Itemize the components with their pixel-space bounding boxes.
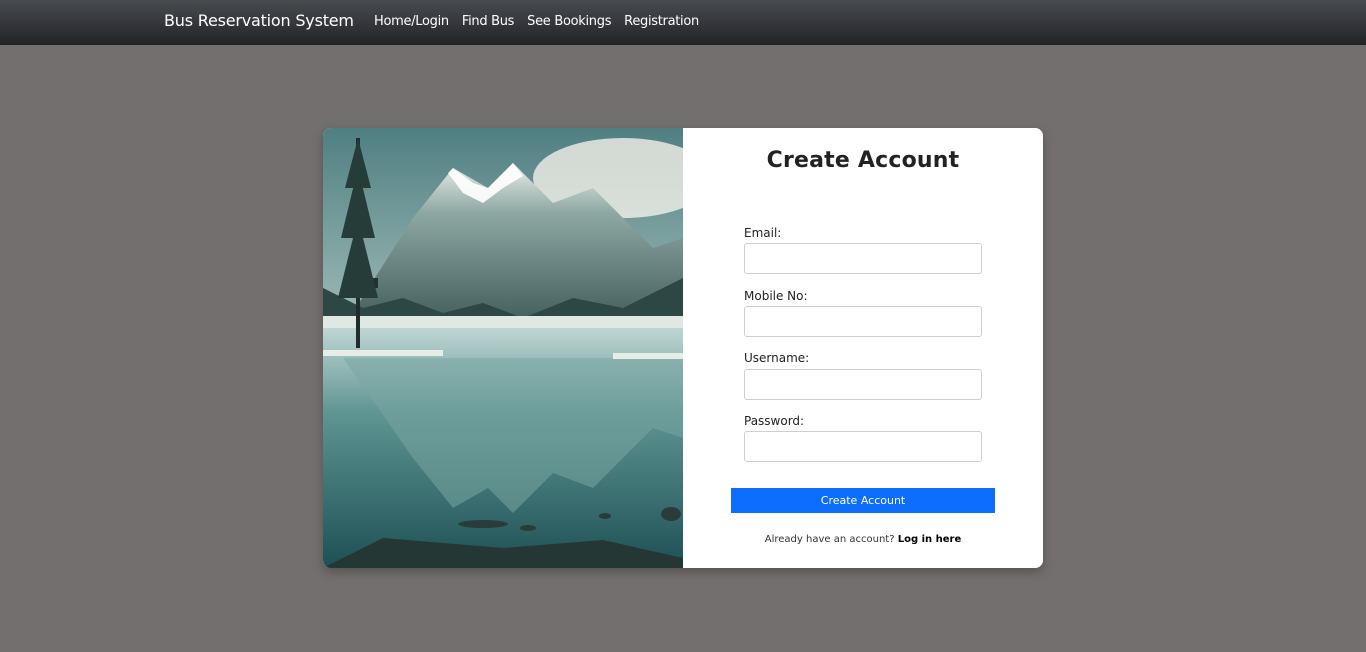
login-prompt-line: Already have an account? Log in here (683, 534, 1043, 545)
nav-links: Home/Login Find Bus See Bookings Registr… (374, 14, 712, 29)
password-field[interactable] (744, 431, 982, 462)
create-account-button[interactable]: Create Account (731, 488, 995, 513)
brand-title[interactable]: Bus Reservation System (164, 11, 354, 30)
registration-card: Create Account Email: Mobile No: Usernam… (323, 128, 1043, 568)
mountain-lake-image (323, 128, 683, 568)
mobile-field[interactable] (744, 306, 982, 337)
top-navbar: Bus Reservation System Home/Login Find B… (0, 0, 1366, 45)
email-field[interactable] (744, 243, 982, 274)
login-link[interactable]: Log in here (898, 534, 962, 545)
nav-registration[interactable]: Registration (624, 14, 699, 29)
username-label: Username: (744, 351, 810, 365)
username-field[interactable] (744, 369, 982, 400)
nav-see-bookings[interactable]: See Bookings (527, 14, 611, 29)
nav-home-login[interactable]: Home/Login (374, 14, 449, 29)
registration-form: Create Account Email: Mobile No: Usernam… (683, 128, 1043, 568)
mobile-label: Mobile No: (744, 289, 808, 303)
form-title: Create Account (766, 148, 960, 173)
email-label: Email: (744, 226, 782, 240)
login-prompt-text: Already have an account? (764, 534, 895, 545)
password-label: Password: (744, 414, 805, 428)
nav-find-bus[interactable]: Find Bus (462, 14, 515, 29)
